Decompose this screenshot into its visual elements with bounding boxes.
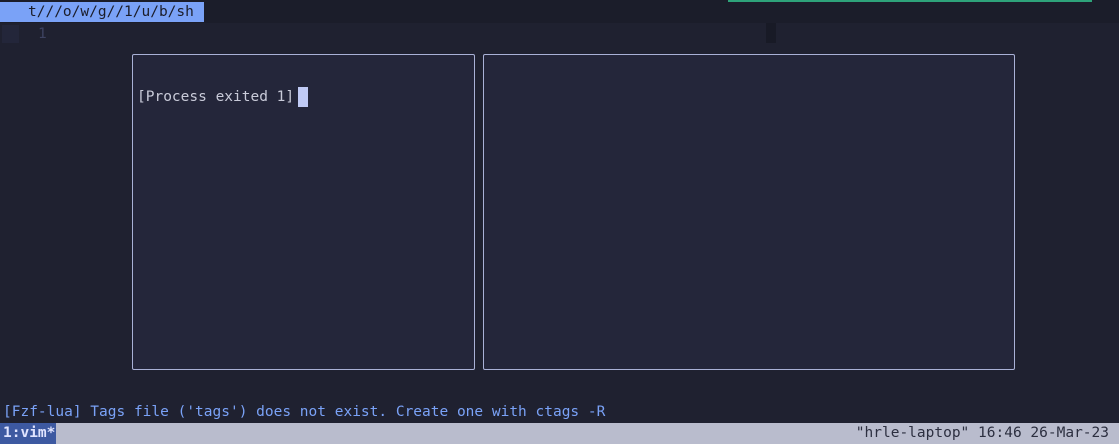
status-date: 26-Mar-23 xyxy=(1030,425,1109,441)
tab-active[interactable]: t///o/w/g//1/u/b/sh xyxy=(0,2,204,22)
window-separator xyxy=(766,23,776,43)
tab-accent-bar xyxy=(728,0,1092,2)
line-number: 1 xyxy=(38,26,47,42)
sign-column xyxy=(2,25,19,43)
status-time: 16:46 xyxy=(978,425,1022,441)
process-exited-text: [Process exited 1] xyxy=(137,89,295,105)
status-hostname: "hrle-laptop" xyxy=(855,425,970,441)
terminal-cursor xyxy=(298,87,308,107)
message-line: [Fzf-lua] Tags file ('tags') does not ex… xyxy=(3,404,606,420)
floating-window-preview[interactable] xyxy=(483,54,1015,370)
tmux-window-tab[interactable]: 1:vim* xyxy=(0,423,57,444)
status-right: "hrle-laptop" 16:46 26-Mar-23 xyxy=(856,423,1109,444)
